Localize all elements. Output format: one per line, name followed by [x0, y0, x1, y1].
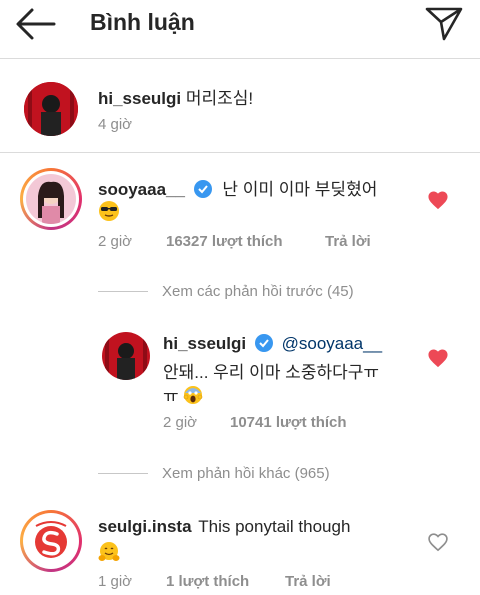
header: Bình luận [0, 0, 480, 48]
avatar[interactable] [24, 82, 78, 136]
comment-likes[interactable]: 16327 lượt thích [166, 233, 283, 250]
verified-badge-icon [193, 180, 212, 198]
sunglasses-emoji [98, 200, 120, 227]
reply-line: hi_sseulgi @sooyaaa__ [163, 334, 382, 354]
verified-badge-icon [254, 334, 273, 352]
reply-likes[interactable]: 10741 lượt thích [230, 414, 347, 431]
page-title: Bình luận [90, 9, 195, 35]
comment-username[interactable]: seulgi.insta [98, 517, 192, 536]
view-previous-replies[interactable]: Xem các phản hồi trước (45) [162, 283, 354, 300]
avatar [26, 516, 76, 566]
back-button[interactable] [14, 6, 56, 42]
reply-text: 안돼... 우리 이마 소중하다구ㅠ [163, 363, 380, 382]
story-ring[interactable] [20, 510, 82, 572]
comment-line: sooyaaa__ 난 이미 이마 부딪혔어 [98, 175, 377, 200]
thread-line [98, 291, 148, 292]
direct-send-button[interactable] [424, 5, 464, 41]
caption-time: 4 giờ [98, 116, 133, 133]
mention-link[interactable]: @sooyaaa__ [282, 334, 382, 353]
reply-button[interactable]: Trả lời [325, 233, 371, 250]
header-divider [0, 58, 480, 59]
comment-line: seulgi.insta This ponytail though [98, 517, 350, 537]
caption-username[interactable]: hi_sseulgi [98, 89, 181, 108]
avatar [26, 174, 76, 224]
comment-time: 2 giờ [98, 233, 133, 250]
like-heart-icon[interactable] [427, 348, 449, 368]
comment-text: 난 이미 이마 부딪혔어 [222, 180, 378, 199]
arrow-left-icon [16, 8, 56, 40]
avatar[interactable] [102, 332, 150, 380]
reply-time: 2 giờ [163, 414, 198, 431]
screaming-face-emoji [183, 385, 203, 410]
reply-text-continued: ㅠ [163, 382, 203, 410]
like-heart-icon[interactable] [427, 190, 449, 210]
direct-send-icon [425, 7, 463, 41]
comment-text: This ponytail though [198, 517, 351, 536]
reply-button[interactable]: Trả lời [285, 573, 331, 590]
caption-text: hi_sseulgi 머리조심! [98, 84, 253, 109]
story-ring[interactable] [20, 168, 82, 230]
caption-divider [0, 152, 480, 153]
comment-likes[interactable]: 1 lượt thích [166, 573, 249, 590]
caption-body: 머리조심! [185, 89, 254, 108]
comment-time: 1 giờ [98, 573, 133, 590]
hugging-face-emoji [98, 541, 120, 568]
like-heart-icon[interactable] [427, 532, 449, 552]
view-more-replies[interactable]: Xem phản hồi khác (965) [162, 465, 330, 482]
thread-line [98, 473, 148, 474]
comment-username[interactable]: sooyaaa__ [98, 180, 185, 199]
reply-username[interactable]: hi_sseulgi [163, 334, 246, 353]
